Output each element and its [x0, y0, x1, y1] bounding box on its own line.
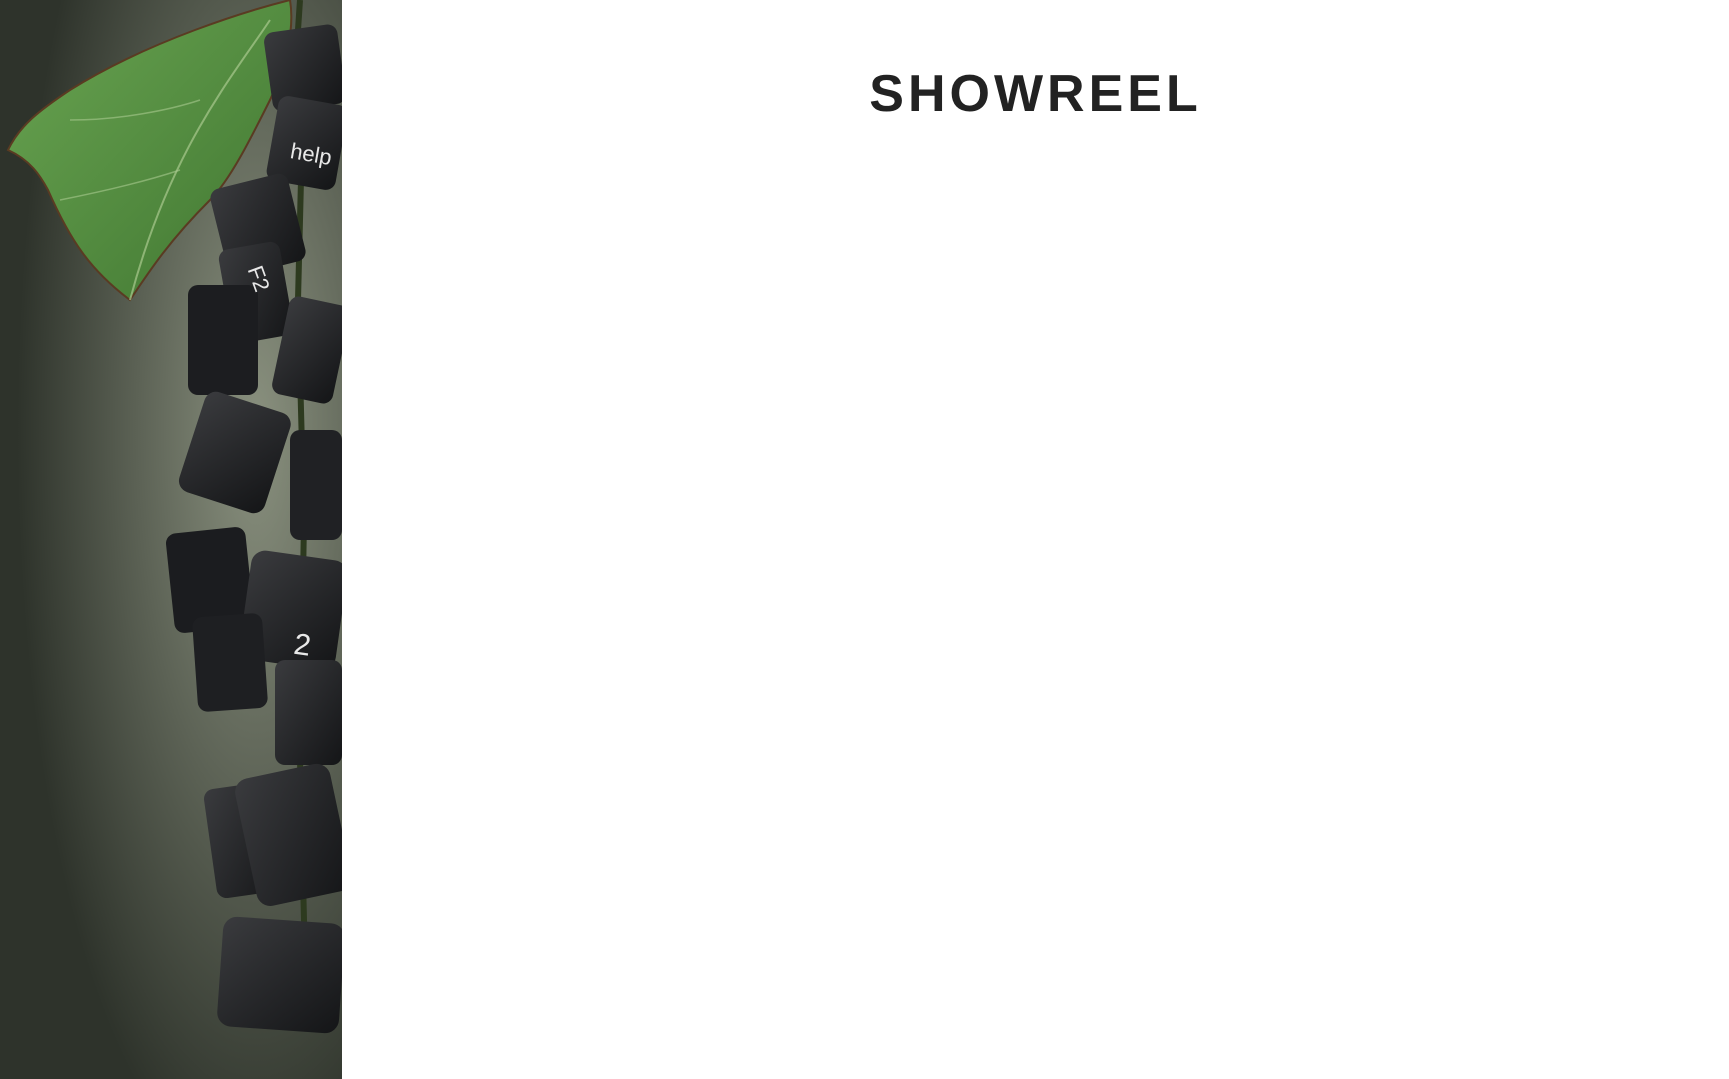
page: help F2 2 SHOWREEL	[0, 0, 1729, 1079]
page-title: SHOWREEL	[869, 65, 1202, 123]
decorative-side-image: help F2 2	[0, 0, 342, 1079]
leaf-and-keycaps-illustration: help F2 2	[0, 0, 342, 1079]
main-content: SHOWREEL	[342, 0, 1729, 1079]
